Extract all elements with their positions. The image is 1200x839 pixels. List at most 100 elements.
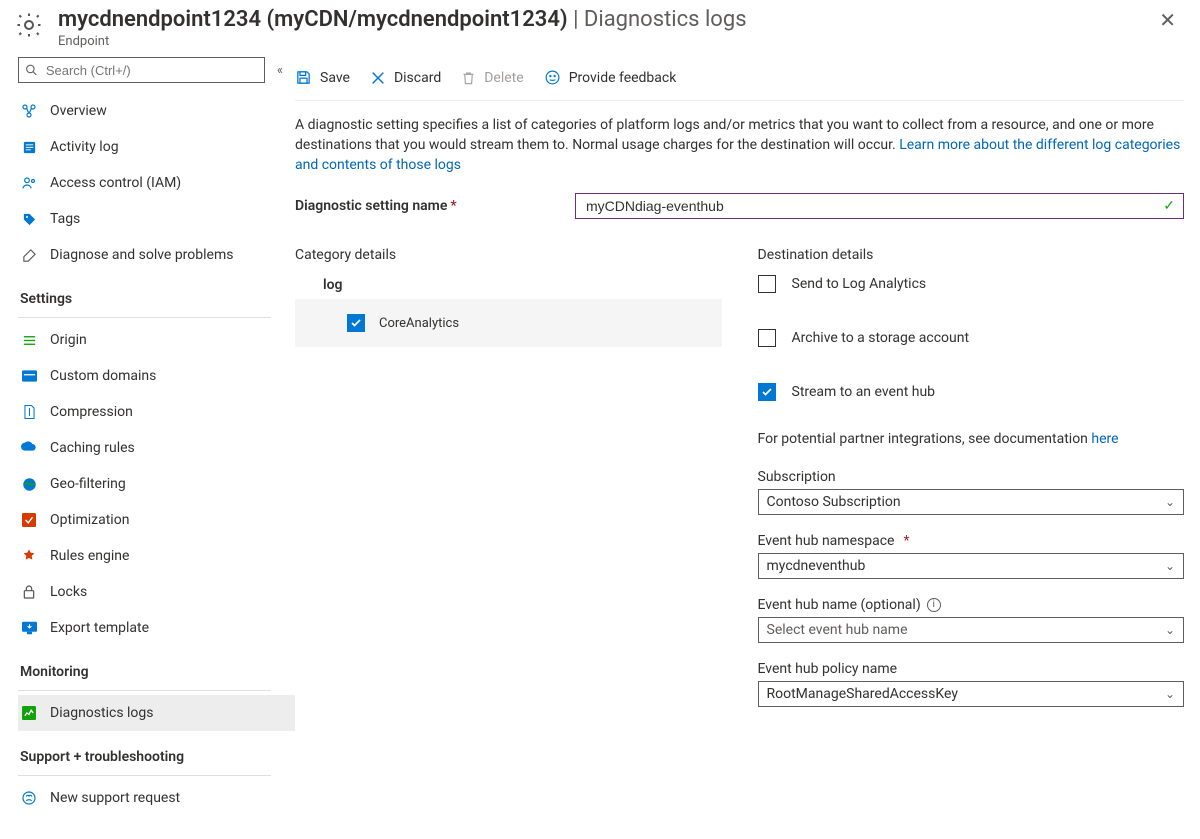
discard-icon [370,70,386,86]
close-icon[interactable]: ✕ [1155,6,1180,34]
access-control-icon [20,175,38,191]
feedback-icon [544,69,561,86]
overview-icon [20,103,38,119]
chevron-down-icon: ⌄ [1165,623,1175,637]
save-icon [295,69,312,86]
sidebar-item-overview[interactable]: Overview [18,93,295,129]
sidebar-item-label: Optimization [50,512,129,528]
sidebar-item-tags[interactable]: Tags [18,201,295,237]
checkbox-coreanalytics[interactable] [347,314,365,332]
partner-note: For potential partner integrations, see … [758,431,1185,447]
export-template-icon [20,621,38,635]
sidebar-item-rules-engine[interactable]: Rules engine [18,538,295,574]
checkbox-event-hub[interactable] [758,383,776,401]
title-main: mycdnendpoint1234 (myCDN/mycdnendpoint12… [58,7,568,32]
sidebar-item-label: Custom domains [50,368,156,384]
delete-button: Delete [461,70,523,86]
dest-log-analytics[interactable]: Send to Log Analytics [758,275,1185,293]
locks-icon [20,584,38,600]
activity-log-icon [20,140,38,155]
hub-name-label: Event hub name (optional) i [758,597,1185,613]
namespace-label: Event hub namespace* [758,533,1185,549]
save-button[interactable]: Save [295,69,350,86]
category-details-title: Category details [295,247,722,263]
feedback-button[interactable]: Provide feedback [544,69,677,86]
sidebar-item-label: Export template [50,620,149,636]
page-title: mycdnendpoint1234 (myCDN/mycdnendpoint12… [58,6,1155,34]
section-monitoring: Monitoring [18,646,295,686]
dest-storage[interactable]: Archive to a storage account [758,329,1185,347]
chevron-down-icon: ⌄ [1165,559,1175,573]
subscription-select[interactable]: Contoso Subscription ⌄ [758,489,1185,515]
log-category-row[interactable]: CoreAnalytics [295,299,722,347]
setting-name-input-wrap[interactable]: ✓ [575,193,1184,219]
checkbox-storage[interactable] [758,329,776,347]
discard-button[interactable]: Discard [370,70,441,86]
hub-name-select[interactable]: Select event hub name ⌄ [758,617,1185,643]
dest-label: Send to Log Analytics [792,276,927,292]
search-input[interactable] [44,62,258,79]
subscription-label: Subscription [758,469,1185,485]
log-category-label: CoreAnalytics [379,316,459,331]
info-icon[interactable]: i [927,598,941,612]
compression-icon [20,404,38,420]
support-icon [20,790,38,806]
section-support: Support + troubleshooting [18,731,295,771]
checkbox-log-analytics[interactable] [758,275,776,293]
sidebar-item-label: New support request [50,790,180,806]
dest-label: Stream to an event hub [792,384,936,400]
sidebar-item-access-control[interactable]: Access control (IAM) [18,165,295,201]
sidebar-item-export-template[interactable]: Export template [18,610,295,646]
diagnostics-logs-icon [20,706,38,720]
search-input-wrap[interactable] [18,57,265,83]
section-settings: Settings [18,273,295,313]
sidebar-item-label: Locks [50,584,87,600]
caching-rules-icon [20,441,38,455]
sidebar-item-new-support-request[interactable]: New support request [18,780,295,816]
sidebar-item-optimization[interactable]: Optimization [18,502,295,538]
sidebar-item-compression[interactable]: Compression [18,394,295,430]
policy-select[interactable]: RootManageSharedAccessKey ⌄ [758,681,1185,707]
description-text: A diagnostic setting specifies a list of… [295,115,1184,175]
origin-icon [20,333,38,348]
sidebar-item-caching-rules[interactable]: Caching rules [18,430,295,466]
tags-icon [20,212,38,227]
sidebar-item-label: Origin [50,332,87,348]
sidebar-item-diagnostics-logs[interactable]: Diagnostics logs [18,695,295,731]
setting-name-input[interactable] [584,197,1163,215]
sidebar-item-label: Activity log [50,139,119,155]
sidebar-item-geo-filtering[interactable]: Geo-filtering [18,466,295,502]
sidebar-item-locks[interactable]: Locks [18,574,295,610]
sidebar-item-label: Diagnostics logs [50,705,154,721]
geo-filtering-icon [20,477,38,492]
policy-label: Event hub policy name [758,661,1185,677]
sidebar-item-label: Caching rules [50,440,135,456]
sidebar-item-label: Tags [50,211,80,227]
dest-event-hub[interactable]: Stream to an event hub [758,383,1185,401]
page-subtitle: Endpoint [58,34,1155,49]
sidebar-item-label: Access control (IAM) [50,175,181,191]
sidebar-item-activity-log[interactable]: Activity log [18,129,295,165]
sidebar-item-label: Diagnose and solve problems [50,247,233,263]
rules-engine-icon [20,548,38,564]
select-value: mycdneventhub [767,558,866,574]
sidebar-item-label: Geo-filtering [50,476,126,492]
collapse-sidebar-icon[interactable]: « [277,63,285,78]
sidebar-item-label: Compression [50,404,133,420]
custom-domains-icon [20,370,38,382]
select-value: RootManageSharedAccessKey [767,686,958,702]
dest-label: Archive to a storage account [792,330,970,346]
optimization-icon [20,513,38,527]
check-icon [761,386,773,398]
sidebar-item-label: Overview [50,103,107,119]
setting-name-label: Diagnostic setting name* [295,198,575,214]
sidebar-item-custom-domains[interactable]: Custom domains [18,358,295,394]
chevron-down-icon: ⌄ [1165,687,1175,701]
partner-link[interactable]: here [1091,431,1118,447]
sidebar-item-diagnose[interactable]: Diagnose and solve problems [18,237,295,273]
check-icon [350,317,362,329]
select-placeholder: Select event hub name [767,622,908,638]
select-value: Contoso Subscription [767,494,901,510]
namespace-select[interactable]: mycdneventhub ⌄ [758,553,1185,579]
sidebar-item-origin[interactable]: Origin [18,322,295,358]
